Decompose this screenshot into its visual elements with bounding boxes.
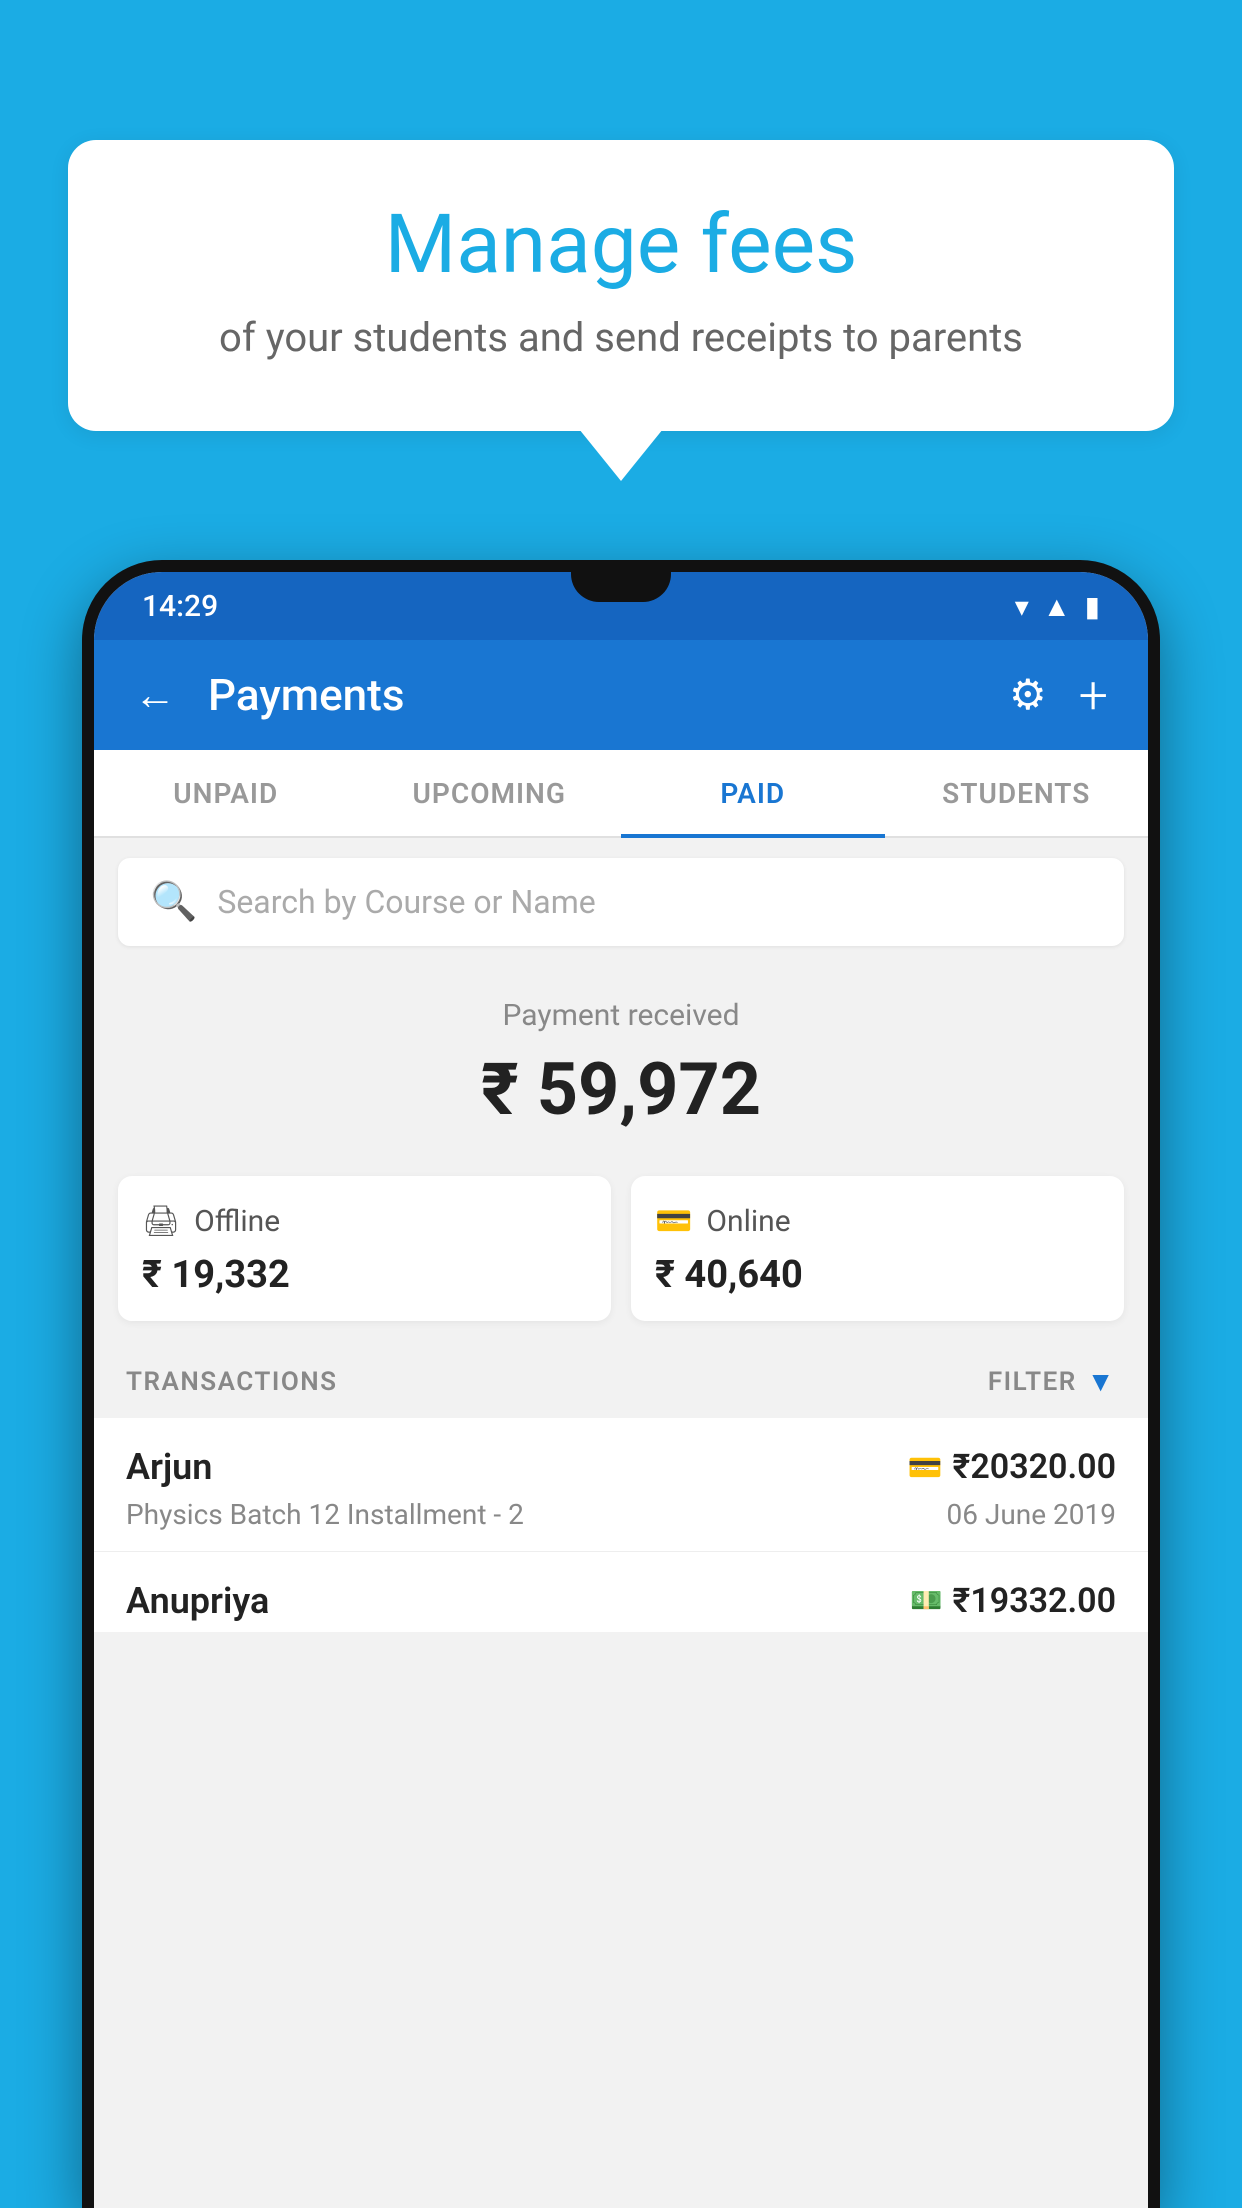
- offline-card: 🖨 Offline ₹ 19,332: [118, 1176, 611, 1321]
- app-bar-title: Payments: [208, 669, 985, 721]
- speech-bubble: Manage fees of your students and send re…: [68, 140, 1174, 431]
- back-button[interactable]: ←: [134, 671, 176, 720]
- search-container: 🔍 Search by Course or Name: [94, 838, 1148, 966]
- status-time: 14:29: [142, 589, 218, 624]
- search-placeholder: Search by Course or Name: [217, 883, 595, 921]
- transaction-name: Arjun: [126, 1446, 212, 1488]
- transaction-bottom: Physics Batch 12 Installment - 2 06 June…: [126, 1498, 1116, 1531]
- filter-button[interactable]: FILTER ▼: [988, 1365, 1116, 1398]
- transaction-partial-top: Anupriya 💵 ₹19332.00: [126, 1580, 1116, 1622]
- cash-payment-icon: 💵: [910, 1586, 942, 1616]
- online-icon: 💳: [655, 1204, 692, 1239]
- tab-upcoming[interactable]: UPCOMING: [358, 750, 622, 836]
- tab-unpaid[interactable]: UNPAID: [94, 750, 358, 836]
- offline-amount: ₹ 19,332: [142, 1253, 587, 1297]
- offline-card-header: 🖨 Offline: [142, 1204, 587, 1239]
- online-card-header: 💳 Online: [655, 1204, 1100, 1239]
- payment-received-amount: ₹ 59,972: [118, 1047, 1124, 1132]
- phone-frame: 14:29 ▾ ▲ ▮ ← Payments ⚙ + UNPAID UPCOMI…: [82, 560, 1160, 2208]
- search-icon: 🔍: [150, 880, 197, 924]
- status-icons: ▾ ▲ ▮: [1015, 590, 1100, 623]
- signal-icon: ▲: [1043, 590, 1071, 623]
- transaction-amount: ₹20320.00: [953, 1447, 1116, 1487]
- transactions-list: Arjun 💳 ₹20320.00 Physics Batch 12 Insta…: [94, 1418, 1148, 1632]
- wifi-icon: ▾: [1015, 590, 1029, 623]
- transaction-amount-wrap: 💳 ₹20320.00: [908, 1447, 1116, 1487]
- transaction-amount-wrap: 💵 ₹19332.00: [910, 1581, 1116, 1621]
- payment-received-label: Payment received: [118, 998, 1124, 1033]
- filter-label: FILTER: [988, 1367, 1077, 1397]
- online-card: 💳 Online ₹ 40,640: [631, 1176, 1124, 1321]
- table-row[interactable]: Arjun 💳 ₹20320.00 Physics Batch 12 Insta…: [94, 1418, 1148, 1552]
- payment-received-section: Payment received ₹ 59,972: [94, 966, 1148, 1176]
- app-bar: ← Payments ⚙ +: [94, 640, 1148, 750]
- tab-students[interactable]: STUDENTS: [885, 750, 1149, 836]
- battery-icon: ▮: [1085, 590, 1100, 623]
- table-row[interactable]: Anupriya 💵 ₹19332.00: [94, 1552, 1148, 1632]
- speech-bubble-subtitle: of your students and send receipts to pa…: [148, 314, 1094, 361]
- offline-label: Offline: [194, 1204, 280, 1239]
- online-amount: ₹ 40,640: [655, 1253, 1100, 1297]
- transaction-amount: ₹19332.00: [953, 1581, 1116, 1621]
- online-label: Online: [706, 1204, 790, 1239]
- app-bar-actions: ⚙ +: [1009, 665, 1108, 726]
- settings-icon[interactable]: ⚙: [1009, 670, 1047, 720]
- transactions-header: TRANSACTIONS FILTER ▼: [94, 1345, 1148, 1418]
- transaction-top: Arjun 💳 ₹20320.00: [126, 1446, 1116, 1488]
- transactions-label: TRANSACTIONS: [126, 1367, 338, 1397]
- tab-paid[interactable]: PAID: [621, 750, 885, 836]
- offline-icon: 🖨: [142, 1204, 180, 1239]
- speech-bubble-tail: [579, 429, 663, 481]
- filter-icon: ▼: [1087, 1365, 1116, 1398]
- tabs-container: UNPAID UPCOMING PAID STUDENTS: [94, 750, 1148, 838]
- transaction-name: Anupriya: [126, 1580, 269, 1622]
- add-icon[interactable]: +: [1079, 665, 1108, 726]
- card-payment-icon: 💳: [908, 1451, 943, 1484]
- speech-bubble-title: Manage fees: [148, 200, 1094, 290]
- notch: [571, 572, 671, 602]
- speech-bubble-wrapper: Manage fees of your students and send re…: [68, 140, 1174, 481]
- payment-cards: 🖨 Offline ₹ 19,332 💳 Online ₹ 40,640: [94, 1176, 1148, 1345]
- phone-inner: 14:29 ▾ ▲ ▮ ← Payments ⚙ + UNPAID UPCOMI…: [94, 572, 1148, 2208]
- transaction-date: 06 June 2019: [946, 1498, 1116, 1531]
- transaction-course: Physics Batch 12 Installment - 2: [126, 1498, 524, 1531]
- search-bar[interactable]: 🔍 Search by Course or Name: [118, 858, 1124, 946]
